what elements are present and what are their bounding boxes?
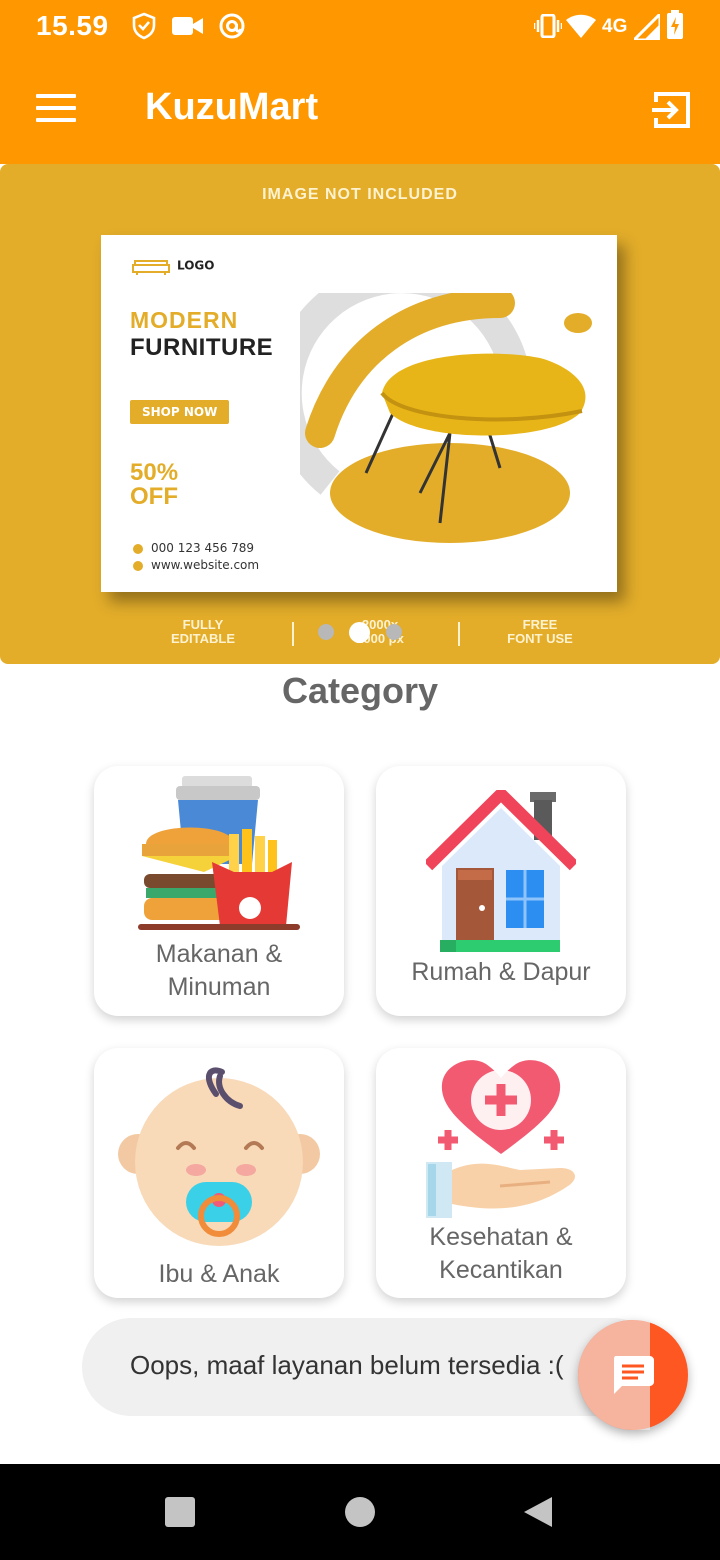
banner-footer-mid: 2000x 2000 px bbox=[356, 617, 404, 646]
signal-icon bbox=[630, 10, 662, 44]
category-label: Makanan & Minuman bbox=[155, 940, 283, 1001]
chair-illustration bbox=[300, 293, 592, 543]
banner-footer-left: FULLY EDITABLE bbox=[170, 617, 236, 646]
category-tile-ibu-anak[interactable]: Ibu & Anak bbox=[94, 1048, 344, 1298]
status-bar: 15.59 4G bbox=[0, 0, 720, 56]
wifi-icon bbox=[566, 14, 596, 42]
link-icon bbox=[133, 560, 143, 571]
app-bar: KuzuMart bbox=[0, 56, 720, 164]
carousel-indicator-2[interactable] bbox=[349, 622, 370, 643]
category-tile-makanan-minuman[interactable]: Makanan & Minuman bbox=[94, 766, 344, 1016]
toast-text: Oops, maaf layanan belum tersedia :( bbox=[130, 1350, 564, 1380]
category-tile-kesehatan-kecantikan[interactable]: Kesehatan & Kecantikan bbox=[376, 1048, 626, 1298]
chat-fab-button[interactable] bbox=[578, 1320, 688, 1430]
network-type: 4G bbox=[602, 16, 628, 37]
video-camera-icon bbox=[172, 16, 204, 40]
category-label: Kesehatan & Kecantikan bbox=[429, 1223, 573, 1284]
baby-icon bbox=[118, 1067, 320, 1246]
shield-icon bbox=[132, 12, 156, 44]
banner-top-text: IMAGE NOT INCLUDED bbox=[262, 186, 458, 203]
banner-headline-2: FURNITURE bbox=[130, 334, 274, 361]
recents-square-icon[interactable] bbox=[165, 1497, 195, 1527]
toast-message: Oops, maaf layanan belum tersedia :( bbox=[82, 1318, 662, 1416]
exit-to-app-icon[interactable] bbox=[650, 88, 694, 136]
banner-logo: LOGO bbox=[131, 257, 214, 275]
food-drink-icon bbox=[138, 776, 300, 930]
hamburger-menu-icon[interactable] bbox=[36, 94, 76, 124]
vibrate-icon bbox=[532, 13, 564, 42]
banner-website: www.website.com bbox=[133, 558, 259, 572]
app-title: KuzuMart bbox=[145, 86, 319, 128]
category-label: Ibu & Anak bbox=[158, 1260, 280, 1288]
at-sign-icon bbox=[218, 12, 246, 44]
health-heart-icon bbox=[426, 1060, 575, 1218]
promo-card: LOGO MODERN FURNITURE SHOP NOW 50% OFF 00… bbox=[101, 235, 617, 592]
carousel-indicator-1[interactable] bbox=[318, 624, 334, 640]
banner-headline-1: MODERN bbox=[130, 307, 239, 333]
category-title: Category bbox=[281, 670, 439, 711]
banner-phone: 000 123 456 789 bbox=[133, 541, 254, 555]
shop-now-button[interactable]: SHOP NOW bbox=[130, 400, 230, 424]
category-tile-rumah-dapur[interactable]: Rumah & Dapur bbox=[376, 766, 626, 1016]
banner-footer-right: FREE FONT USE bbox=[507, 617, 573, 646]
promo-banner-carousel[interactable]: IMAGE NOT INCLUDED LOGO MODERN FURNITURE… bbox=[0, 164, 720, 664]
discount-text: 50% OFF bbox=[130, 459, 179, 510]
status-time: 15.59 bbox=[36, 10, 109, 41]
category-label: Rumah & Dapur bbox=[411, 958, 591, 986]
home-circle-icon[interactable] bbox=[345, 1497, 375, 1527]
sofa-icon bbox=[132, 260, 170, 275]
battery-charging-icon bbox=[666, 10, 684, 44]
carousel-indicator-3[interactable] bbox=[386, 624, 402, 640]
back-triangle-icon[interactable] bbox=[522, 1495, 554, 1529]
house-icon bbox=[426, 790, 576, 952]
phone-icon bbox=[133, 543, 143, 554]
system-nav-bar bbox=[0, 1464, 720, 1560]
chat-message-icon bbox=[614, 1356, 654, 1394]
